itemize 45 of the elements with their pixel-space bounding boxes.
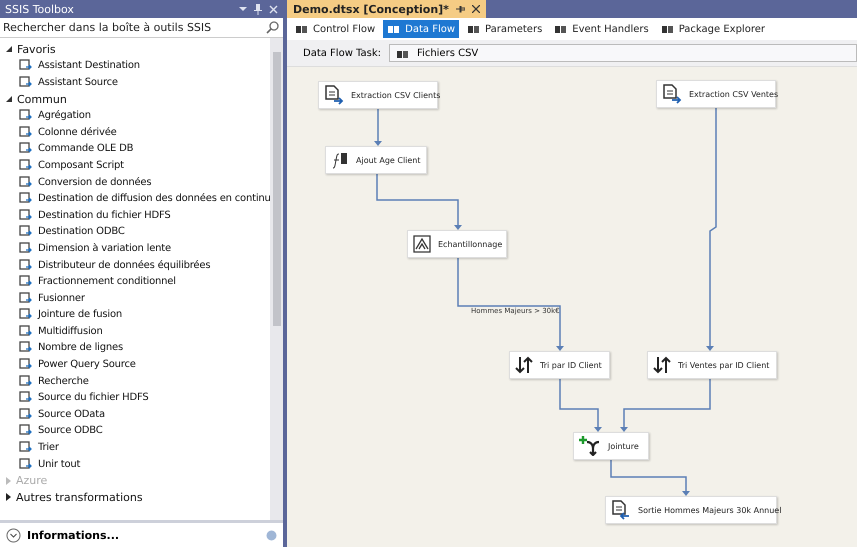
toolbox-item[interactable]: Source OData	[0, 406, 270, 423]
component-node[interactable]: Jointure	[573, 432, 649, 460]
toolbox-item[interactable]: Assistant Destination	[0, 58, 270, 74]
designer-tab[interactable]: Event Handlers	[550, 20, 653, 38]
toolbox-item[interactable]: Nombre de lignes	[0, 340, 270, 356]
toolbox-group[interactable]: Favoris	[0, 41, 270, 58]
toolbox-item[interactable]: Recherche	[0, 372, 270, 390]
toolbox-item[interactable]: Agrégation	[0, 107, 270, 124]
toolbox-item[interactable]: Jointure de fusion	[0, 306, 270, 324]
toolbox-item[interactable]: Composant Script	[0, 157, 270, 174]
toolbox-group[interactable]: Commun	[0, 90, 270, 108]
designer-tab[interactable]: Control Flow	[291, 20, 380, 38]
toolbox-item[interactable]: Fusionner	[0, 290, 270, 306]
toolbox-item[interactable]: Assistant Source	[0, 74, 270, 91]
search-field[interactable]: Rechercher dans la boîte à outils SSIS	[0, 18, 283, 38]
task-label: Data Flow Task:	[303, 48, 382, 58]
designer-tab[interactable]: Parameters	[463, 20, 546, 38]
component-node[interactable]: Tri par ID Client	[509, 351, 610, 379]
toolbox-item[interactable]: Commande OLE DB	[0, 140, 270, 158]
toolbox-item[interactable]: Power Query Source	[0, 356, 270, 373]
toolbox-item[interactable]: Source ODBC	[0, 422, 270, 440]
toolbox-item[interactable]: Trier	[0, 439, 270, 456]
toolbox-item[interactable]: Destination ODBC	[0, 224, 270, 240]
document-tab[interactable]: Demo.dtsx [Conception]*	[287, 0, 486, 18]
toolbox-item[interactable]: Source du fichier HDFS	[0, 389, 270, 406]
toolbox-group[interactable]: Autres transformations	[0, 489, 270, 506]
toolbox-item[interactable]: Unir tout	[0, 456, 270, 472]
component-node[interactable]: Ajout Age Client	[325, 146, 427, 174]
component-node[interactable]: Tri Ventes par ID Client	[647, 351, 777, 379]
panel-title: SSIS Toolbox	[5, 2, 74, 16]
toolbox-item[interactable]: Destination du fichier HDFS	[0, 206, 270, 224]
component-node[interactable]: Echantillonnage	[407, 230, 507, 258]
toolbox-item[interactable]: Destination de diffusion des données en continu	[0, 190, 270, 207]
component-node[interactable]: Extraction CSV Ventes	[656, 80, 776, 108]
toolbox-item[interactable]: Multidiffusion	[0, 323, 270, 340]
info-title: Informations...	[27, 528, 120, 542]
designer-tab[interactable]: Package Explorer	[656, 20, 769, 38]
toolbox-item[interactable]: Dimension à variation lente	[0, 240, 270, 257]
designer-tab[interactable]: Data Flow	[383, 20, 460, 38]
component-node[interactable]: Extraction CSV Clients	[318, 81, 438, 109]
toolbox-item[interactable]: Fractionnement conditionnel	[0, 273, 270, 290]
toolbox-item[interactable]: Conversion de données	[0, 174, 270, 190]
toolbox-item[interactable]: Colonne dérivée	[0, 124, 270, 141]
task-dropdown[interactable]: Fichiers CSV	[389, 44, 857, 62]
toolbox-item[interactable]: Distributeur de données équilibrées	[0, 256, 270, 274]
